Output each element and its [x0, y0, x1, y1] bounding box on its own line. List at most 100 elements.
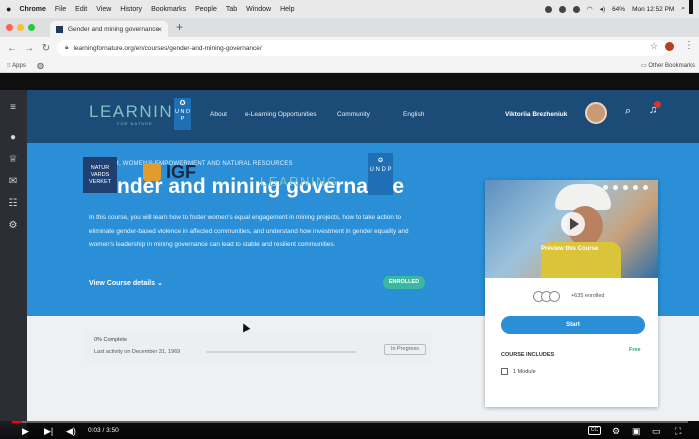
bookmarks-bar: ⁝⁝ Apps ◍ ▭ Other Bookmarks [0, 59, 699, 73]
start-button[interactable]: Start [501, 316, 645, 334]
fullscreen-icon[interactable]: ⛶ [675, 426, 681, 437]
last-activity: Last activity on December 31, 1969 [94, 349, 181, 355]
browser-tab[interactable]: Gender and mining governance × [50, 21, 168, 37]
battery-percent[interactable]: 64% [612, 6, 625, 13]
group-icon[interactable]: ☷ [6, 198, 20, 209]
nav-language[interactable]: English [403, 111, 424, 118]
status-icon[interactable] [558, 5, 566, 13]
tab-title: Gender and mining governance [68, 25, 160, 33]
chrome-menu-icon[interactable]: ⋮ [684, 40, 694, 51]
notification-badge [654, 101, 661, 108]
menu-icon[interactable]: ≡ [6, 102, 20, 113]
clock[interactable]: Mon 12:52 PM [632, 6, 674, 13]
seek-bar[interactable] [12, 421, 688, 423]
site-header: LEARNING FOR NATURE ✪ U N D P About e-Le… [27, 90, 699, 143]
menu-view[interactable]: View [96, 6, 111, 13]
theater-icon[interactable]: ▭ [652, 426, 661, 437]
undp-logo-text: U N D P [175, 109, 190, 122]
apps-bookmark[interactable]: ⁝⁝ Apps [7, 62, 26, 69]
volume-icon[interactable]: ◂) [600, 5, 605, 13]
settings-icon[interactable]: ⚙ [6, 220, 20, 231]
nav-about[interactable]: About [210, 111, 227, 118]
menu-file[interactable]: File [55, 6, 66, 13]
bookmark-star-icon[interactable]: ☆ [650, 41, 658, 52]
video-player[interactable]: ≡ ● ♕ ✉ ☷ ⚙ LEARNING FOR NATURE ✪ U N D … [0, 90, 699, 439]
new-tab-button[interactable]: + [176, 20, 183, 34]
status-icon[interactable] [572, 5, 580, 13]
menu-people[interactable]: People [195, 6, 217, 13]
progress-complete: 0% Complete [94, 337, 128, 343]
menu-history[interactable]: History [120, 6, 142, 13]
close-tab-icon[interactable]: × [157, 25, 162, 34]
price-label: Free [629, 347, 641, 353]
undp-partner-logo: ✪ U N D P [368, 153, 393, 195]
igf-logo-subtitle: — [230, 166, 234, 170]
progress-bar [206, 351, 356, 353]
enrolled-count: +635 enrolled [571, 293, 605, 299]
profile-icon[interactable] [665, 42, 674, 51]
menu-tab[interactable]: Tab [226, 6, 237, 13]
igf-logo-text: IGF [166, 162, 196, 182]
trophy-icon[interactable]: ♕ [6, 154, 20, 165]
course-description: In this course, you will learn how to fo… [89, 214, 409, 248]
menu-help[interactable]: Help [280, 6, 294, 13]
course-title: Gender and mining governance [89, 175, 405, 198]
lock-icon[interactable]: 🔒︎ [65, 44, 68, 52]
macos-menu-bar: ● Chrome File Edit View History Bookmark… [0, 0, 699, 18]
next-icon[interactable]: ▶| [44, 426, 53, 437]
nav-elearning[interactable]: e-Learning Opportunities [245, 111, 317, 118]
close-window-icon[interactable] [6, 24, 13, 31]
mail-icon[interactable]: ✉ [6, 176, 20, 187]
url-text: learningfornature.org/en/courses/gender-… [73, 44, 262, 52]
user-name[interactable]: Viktoriia Brezheniuk [505, 111, 567, 118]
captions-button[interactable]: CC [588, 426, 601, 435]
search-icon[interactable]: ⌕ [681, 5, 685, 13]
notification-icon[interactable]: ♫ [649, 101, 661, 116]
naturvardsverket-logo: NATUR VARDS VERKET [83, 157, 117, 193]
learning-for-nature-logo: LEARNING [260, 174, 339, 189]
settings-icon[interactable]: ⚙ [612, 426, 620, 437]
reload-icon[interactable]: ↻ [41, 43, 51, 54]
module-count: 1 Module [513, 369, 536, 375]
menu-edit[interactable]: Edit [75, 6, 87, 13]
nav-community[interactable]: Community [337, 111, 370, 118]
globe-icon[interactable]: ◍ [37, 61, 44, 70]
minimize-window-icon[interactable] [17, 24, 24, 31]
video-top-bar [0, 73, 699, 90]
other-bookmarks[interactable]: ▭ Other Bookmarks [641, 62, 695, 69]
undp-partner-text: U N D P [369, 167, 392, 173]
play-icon[interactable]: ▶ [22, 426, 29, 437]
user-icon[interactable]: ● [6, 132, 20, 143]
volume-icon[interactable]: ◀) [66, 426, 76, 437]
status-icon[interactable] [544, 5, 552, 13]
un-emblem-icon: ✪ [179, 100, 186, 107]
tab-strip: Gender and mining governance × + [0, 18, 699, 37]
menu-bookmarks[interactable]: Bookmarks [151, 6, 186, 13]
wifi-icon[interactable]: ◠ [587, 5, 593, 13]
menu-window[interactable]: Window [246, 6, 271, 13]
miniplayer-icon[interactable]: ▣ [632, 426, 641, 437]
back-icon[interactable]: ← [7, 43, 17, 54]
progress-card: 0% Complete Last activity on December 31… [84, 330, 431, 364]
igf-logo: IGF [143, 162, 196, 183]
window-controls [6, 24, 35, 31]
apple-icon[interactable]: ● [6, 4, 11, 14]
in-progress-button[interactable]: In Progress [384, 344, 426, 355]
search-icon[interactable]: ⌕ [625, 105, 631, 118]
course-preview-image[interactable]: Preview this Course [485, 180, 658, 278]
other-bookmarks-label: Other Bookmarks [648, 63, 695, 69]
status-area: ◠ ◂) 64% Mon 12:52 PM ⌕ [544, 0, 685, 18]
left-sidebar: ≡ ● ♕ ✉ ☷ ⚙ [0, 90, 27, 439]
course-includes-heading: COURSE INCLUDES [501, 352, 555, 358]
toolbar: ← → ↻ 🔒︎ learningfornature.org/en/course… [0, 37, 699, 59]
menu-app-name[interactable]: Chrome [19, 6, 45, 13]
forward-icon[interactable]: → [24, 43, 34, 54]
avatar[interactable] [585, 102, 607, 124]
un-emblem-icon: ✪ [377, 158, 384, 164]
chevron-down-icon: ⌄ [156, 280, 163, 287]
course-card: Preview this Course +635 enrolled Start … [485, 180, 658, 407]
play-icon[interactable] [561, 212, 585, 236]
view-details-link[interactable]: View Course details ⌄ [89, 279, 163, 287]
url-field[interactable]: 🔒︎ learningfornature.org/en/courses/gend… [57, 40, 667, 56]
zoom-window-icon[interactable] [28, 24, 35, 31]
